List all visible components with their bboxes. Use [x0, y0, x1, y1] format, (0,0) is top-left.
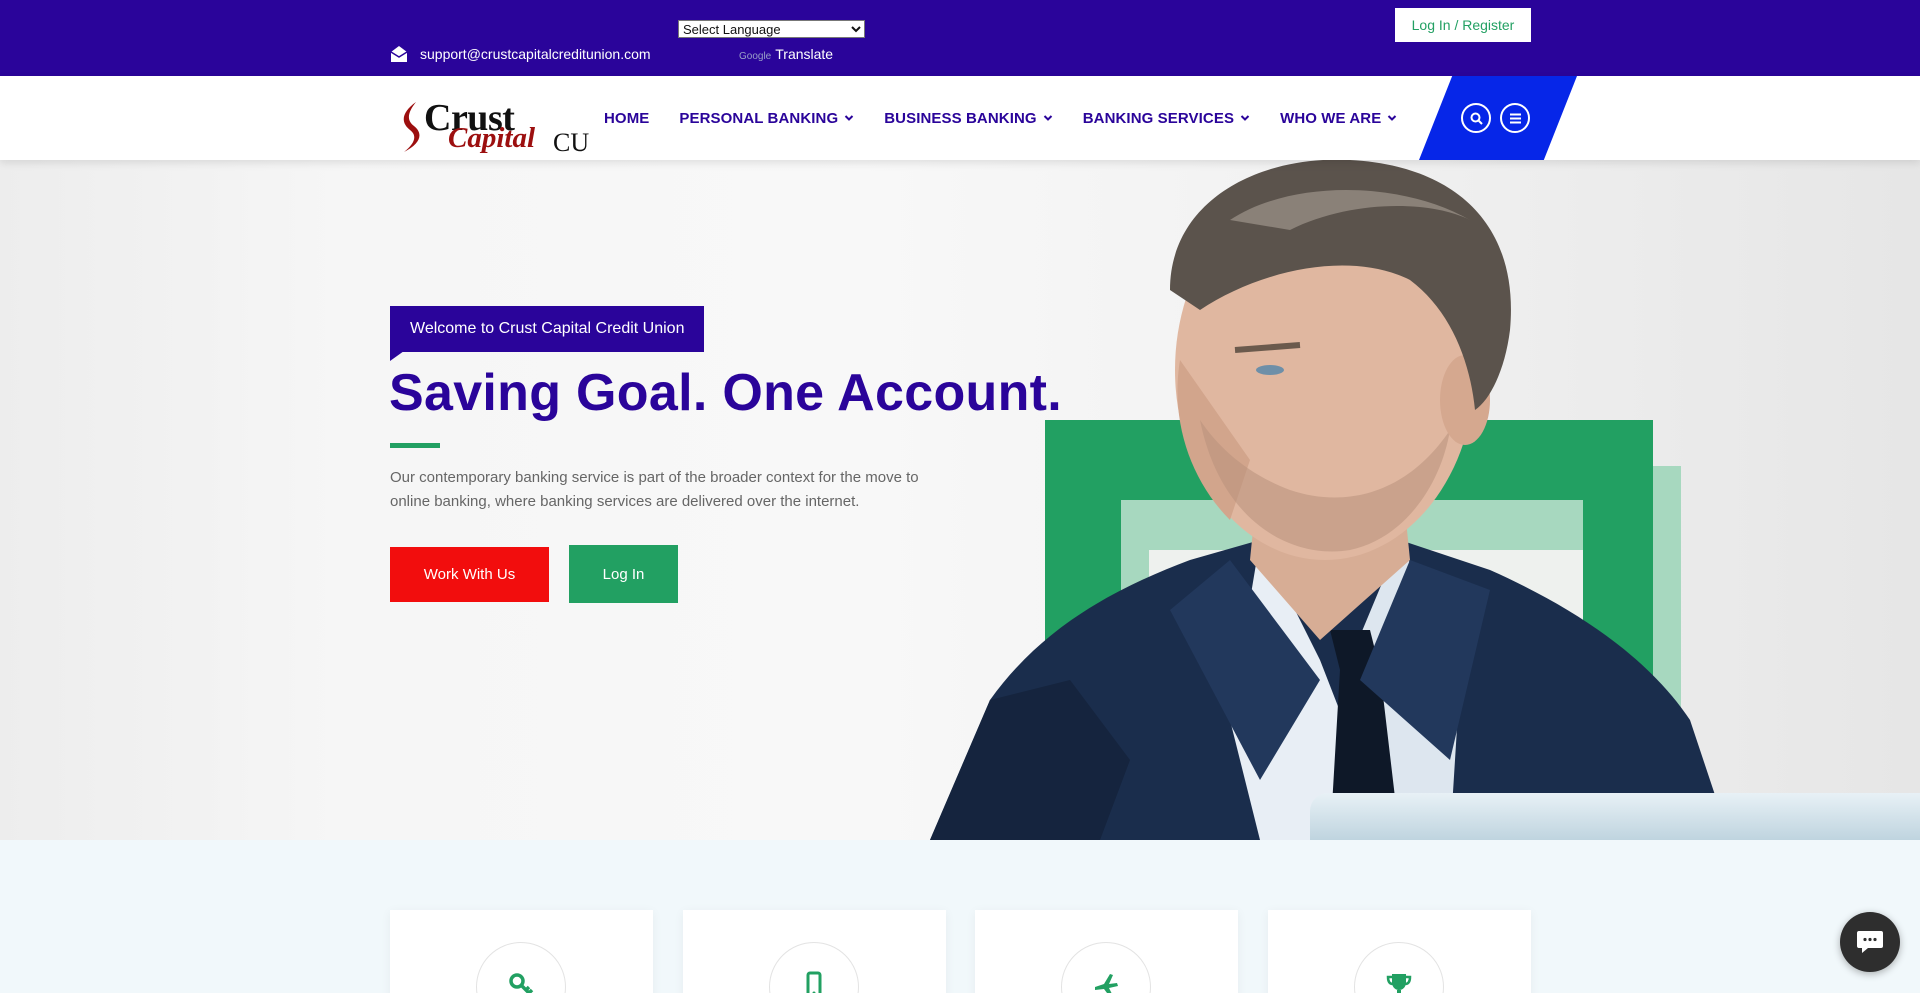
nav-item-business-banking[interactable]: BUSINESS BANKING [884, 110, 1052, 127]
menu-icon [1509, 113, 1521, 123]
nav-item-personal-banking[interactable]: PERSONAL BANKING [679, 110, 854, 127]
welcome-badge-tail [390, 351, 404, 361]
services-section [0, 840, 1920, 993]
site-logo[interactable]: Crust Capital CU [396, 97, 596, 157]
key-icon [509, 973, 534, 993]
trophy-icon [1386, 974, 1412, 993]
service-card[interactable] [975, 910, 1238, 993]
search-icon [1470, 112, 1483, 125]
headline-underline [390, 443, 440, 448]
search-button[interactable] [1461, 103, 1491, 133]
service-icon-circle [1354, 942, 1444, 993]
mobile-icon [806, 971, 822, 993]
nav-item-label: WHO WE ARE [1280, 109, 1382, 127]
menu-button[interactable] [1500, 103, 1530, 133]
nav-item-label: HOME [604, 109, 650, 127]
chevron-down-icon [1388, 115, 1397, 121]
plane-icon [1095, 974, 1118, 993]
service-card[interactable] [390, 910, 653, 993]
hero-desk [1310, 793, 1920, 840]
hero-person-image [930, 160, 1730, 840]
logo-word-capital: Capital [448, 122, 536, 154]
hero-section: Welcome to Crust Capital Credit Union Sa… [0, 160, 1920, 840]
logo-word-cu: CU [553, 128, 590, 157]
chat-widget-button[interactable] [1840, 912, 1900, 972]
chat-bubble-icon [1857, 931, 1883, 953]
work-with-us-button[interactable]: Work With Us [390, 547, 549, 602]
chevron-down-icon [845, 115, 854, 121]
service-icon-circle [769, 942, 859, 993]
service-icon-circle [476, 942, 566, 993]
login-register-button[interactable]: Log In / Register [1395, 8, 1531, 42]
logo-mark-icon [403, 102, 420, 152]
chevron-down-icon [1043, 115, 1052, 121]
envelope-icon [390, 45, 408, 63]
support-email[interactable]: support@crustcapitalcreditunion.com [390, 45, 651, 63]
nav-item-label: BANKING SERVICES [1082, 109, 1235, 127]
nav-item-who-we-are[interactable]: WHO WE ARE [1280, 110, 1397, 127]
chevron-down-icon [1240, 115, 1250, 121]
service-icon-circle [1061, 942, 1151, 993]
google-translate[interactable]: Google Translate [739, 46, 833, 62]
nav-item-banking-services[interactable]: BANKING SERVICES [1083, 110, 1250, 127]
primary-nav: HOME PERSONAL BANKING BUSINESS BANKING B… [604, 76, 1427, 160]
hero-login-button[interactable]: Log In [569, 545, 678, 603]
hero-description: Our contemporary banking service is part… [390, 469, 919, 510]
nav-item-label: PERSONAL BANKING [679, 109, 839, 127]
google-logo: Google [739, 51, 772, 62]
welcome-badge: Welcome to Crust Capital Credit Union [390, 306, 705, 352]
main-navbar: Crust Capital CU HOME PERSONAL BANKING B… [0, 76, 1920, 160]
service-card[interactable] [1268, 910, 1531, 993]
email-text: support@crustcapitalcreditunion.com [420, 46, 651, 62]
hero-headline: Saving Goal. One Account. [389, 364, 1063, 422]
nav-tools-panel [1419, 76, 1577, 160]
service-card[interactable] [683, 910, 946, 993]
nav-item-home[interactable]: HOME [604, 110, 649, 127]
top-bar: Select Language Google Translate support… [0, 0, 1920, 76]
translate-label: Translate [775, 46, 834, 62]
language-select[interactable]: Select Language [678, 20, 865, 38]
nav-item-label: BUSINESS BANKING [884, 109, 1037, 127]
